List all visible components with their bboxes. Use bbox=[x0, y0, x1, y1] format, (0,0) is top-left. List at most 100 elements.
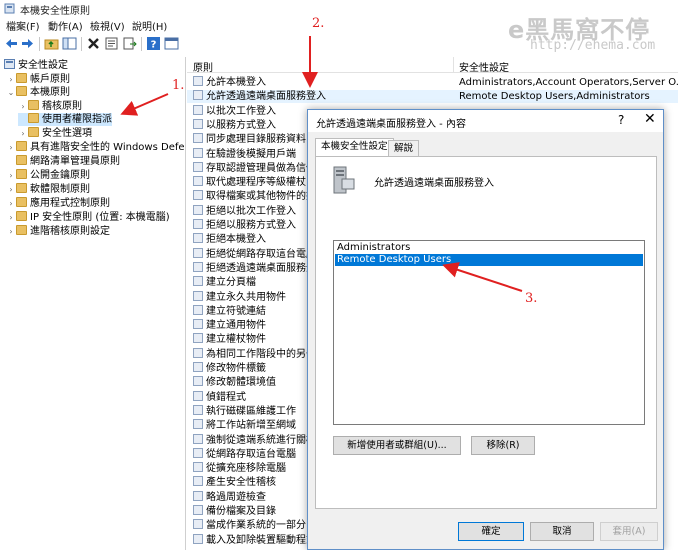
menu-view[interactable]: 檢視(V) bbox=[90, 18, 125, 33]
tree-item[interactable]: › 應用程式控制原則 bbox=[6, 197, 110, 210]
policy-name-cell: 從擴充座移除電腦 bbox=[206, 463, 286, 475]
console-icon[interactable] bbox=[164, 36, 179, 51]
tree-item[interactable]: › 進階稽核原則設定 bbox=[6, 225, 110, 238]
folder-icon bbox=[28, 127, 39, 137]
policy-icon bbox=[193, 533, 203, 544]
tree-pane: 安全性設定 › 帳戶原則 ⌄ 本機原則 › 稽核原則 使用者權限指派 › 安全性選項 › 具有進階安… bbox=[0, 57, 186, 550]
policy-icon bbox=[193, 261, 203, 272]
ok-button[interactable]: 確定 bbox=[458, 522, 524, 541]
up-folder-icon[interactable] bbox=[44, 36, 59, 51]
dialog-title: 允許透過遠端桌面服務登入 - 內容 bbox=[316, 119, 466, 130]
window-title: 本機安全性原則 bbox=[20, 6, 90, 17]
policy-name-cell: 建立通用物件 bbox=[206, 320, 266, 332]
tab-explain[interactable]: 解說 bbox=[388, 140, 420, 157]
tree-item-label: 安全性選項 bbox=[42, 128, 92, 139]
policy-icon bbox=[193, 76, 203, 86]
table-row[interactable]: 允許透過遠端桌面服務登入 Remote Desktop Users,Adminis… bbox=[187, 90, 678, 104]
tree-item[interactable]: › 公開金鑰原則 bbox=[6, 169, 90, 182]
policy-name-cell: 拒絕從網路存取這台電腦 bbox=[206, 248, 316, 260]
delete-icon[interactable] bbox=[86, 36, 101, 51]
policy-name-cell: 拒絕以批次工作登入 bbox=[206, 205, 296, 217]
policy-name-cell: 載入及卸除裝置驅動程式 bbox=[206, 534, 316, 546]
security-setting-cell: Administrators,Account Operators,Server … bbox=[459, 77, 678, 88]
annotation-label-2: 2. bbox=[312, 16, 325, 31]
policy-icon bbox=[193, 276, 203, 287]
toolbar: ? bbox=[0, 35, 678, 55]
expand-chevron-icon[interactable]: › bbox=[6, 183, 16, 196]
expand-chevron-icon[interactable]: ⌄ bbox=[6, 86, 16, 99]
policy-icon bbox=[193, 347, 203, 358]
policy-name-cell: 建立永久共用物件 bbox=[206, 291, 286, 303]
show-tree-icon[interactable] bbox=[62, 36, 77, 51]
policy-icon bbox=[193, 233, 203, 244]
annotation-label-1: 1. bbox=[172, 78, 185, 93]
column-header-policy[interactable]: 原則 bbox=[193, 59, 213, 74]
back-icon[interactable] bbox=[4, 36, 19, 51]
policy-name-cell: 拒絕本機登入 bbox=[206, 234, 266, 246]
expand-chevron-icon[interactable]: › bbox=[18, 100, 28, 113]
group-listbox[interactable]: Administrators Remote Desktop Users bbox=[333, 240, 645, 425]
forward-icon[interactable] bbox=[20, 36, 35, 51]
policy-name-cell: 以批次工作登入 bbox=[206, 105, 276, 117]
tree-item[interactable]: › 帳戶原則 bbox=[6, 73, 70, 86]
menu-file[interactable]: 檔案(F) bbox=[6, 18, 40, 33]
toolbar-separator bbox=[39, 37, 40, 51]
tree-item[interactable]: ⌄ 本機原則 bbox=[6, 86, 70, 99]
column-divider[interactable] bbox=[453, 57, 454, 73]
cancel-button[interactable]: 取消 bbox=[530, 522, 594, 541]
tree-item[interactable]: › 安全性選項 bbox=[18, 127, 92, 140]
expand-chevron-icon[interactable]: › bbox=[6, 141, 16, 154]
help-icon[interactable]: ? bbox=[618, 113, 624, 127]
policy-icon bbox=[193, 147, 203, 158]
policy-name-cell: 拒絕以服務方式登入 bbox=[206, 220, 296, 231]
expand-chevron-icon[interactable]: › bbox=[6, 211, 16, 224]
policy-name-cell: 存取認證管理員做為信任 bbox=[206, 162, 316, 174]
remove-button[interactable]: 移除(R) bbox=[471, 436, 535, 455]
tree-item-label: 使用者權限指派 bbox=[42, 114, 112, 125]
tree-item[interactable]: › 軟體限制原則 bbox=[6, 183, 90, 196]
tree-item[interactable]: 使用者權限指派 bbox=[18, 113, 112, 126]
expand-chevron-icon[interactable]: › bbox=[6, 197, 16, 210]
list-item-administrators[interactable]: Administrators bbox=[335, 242, 643, 254]
tree-item[interactable]: › IP 安全性原則 (位置: 本機電腦) bbox=[6, 211, 170, 224]
expand-chevron-icon[interactable]: › bbox=[6, 225, 16, 238]
column-header-setting[interactable]: 安全性設定 bbox=[459, 59, 509, 74]
tab-local-security-setting[interactable]: 本機安全性設定 bbox=[315, 138, 394, 157]
close-icon[interactable]: ✕ bbox=[644, 111, 656, 127]
policy-icon bbox=[193, 433, 203, 444]
apply-button[interactable]: 套用(A) bbox=[600, 522, 658, 541]
add-user-or-group-button[interactable]: 新增使用者或群組(U)... bbox=[333, 436, 461, 455]
policy-icon bbox=[193, 376, 203, 387]
svg-text:?: ? bbox=[151, 40, 157, 51]
list-item-remote-desktop-users[interactable]: Remote Desktop Users bbox=[335, 254, 643, 266]
policy-icon bbox=[193, 133, 203, 144]
policy-icon bbox=[193, 476, 203, 487]
menu-help[interactable]: 說明(H) bbox=[132, 18, 167, 33]
tree-item-label: 稽核原則 bbox=[42, 101, 82, 112]
tree-item[interactable]: › 稽核原則 bbox=[18, 100, 82, 113]
policy-icon bbox=[193, 390, 203, 401]
tree-item-label: 具有進階安全性的 Windows Defend bbox=[30, 142, 186, 153]
policy-icon bbox=[193, 362, 203, 372]
tree-item-label: 本機原則 bbox=[30, 87, 70, 98]
properties-icon[interactable] bbox=[104, 36, 119, 51]
policy-name-cell: 以服務方式登入 bbox=[206, 119, 276, 131]
expand-chevron-icon[interactable]: › bbox=[18, 127, 28, 140]
policy-name-cell: 將工作站新增至網域 bbox=[206, 420, 296, 432]
help-icon[interactable]: ? bbox=[146, 36, 161, 51]
table-row[interactable]: 允許本機登入 Administrators,Account Operators,S… bbox=[187, 76, 678, 89]
policy-name-cell: 建立權杖物件 bbox=[206, 334, 266, 346]
tree-item[interactable]: › 具有進階安全性的 Windows Defend bbox=[6, 141, 186, 154]
tree-item-label: 進階稽核原則設定 bbox=[30, 226, 110, 237]
expand-chevron-icon[interactable]: › bbox=[6, 169, 16, 182]
export-icon[interactable] bbox=[122, 36, 137, 51]
tab-panel: 允許透過遠端桌面服務登入 Administrators Remote Deskt… bbox=[315, 156, 657, 509]
policy-name-cell: 取代處理程序等級權杖 bbox=[206, 177, 306, 189]
menu-action[interactable]: 動作(A) bbox=[48, 18, 83, 33]
expand-chevron-icon[interactable]: › bbox=[6, 73, 16, 86]
tree-item[interactable]: 網路清單管理員原則 bbox=[6, 155, 120, 168]
tree-root[interactable]: 安全性設定 bbox=[4, 59, 68, 72]
policy-name-cell: 修改物件標籤 bbox=[206, 363, 266, 374]
policy-name-cell: 略過周遊檢查 bbox=[206, 491, 266, 503]
folder-icon bbox=[28, 113, 39, 123]
